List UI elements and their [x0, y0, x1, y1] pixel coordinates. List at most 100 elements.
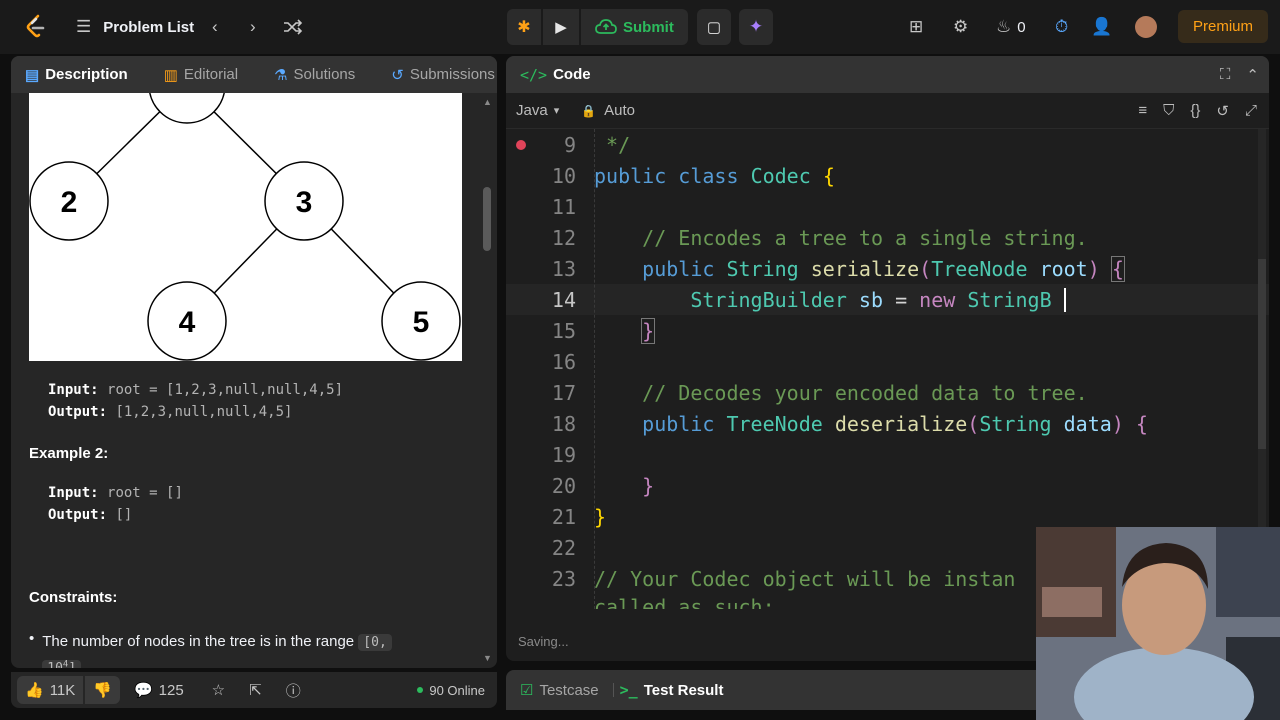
add-friend-button[interactable]: 👤 [1091, 0, 1112, 54]
description-footer: 👍 11K 👎 💬 125 ☆ ⇱ ⓘ 90 Online [11, 672, 497, 708]
constraints-title: Constraints: [29, 589, 118, 606]
gear-icon: ⚙ [953, 17, 969, 36]
code-line: 20 } [506, 470, 1269, 501]
run-button[interactable]: ▶ [543, 9, 579, 45]
streak-counter[interactable]: ♨ 0 [996, 0, 1026, 54]
code-icon: </> [520, 65, 548, 84]
example2-title: Example 2: [29, 445, 109, 462]
line-number: 17 [551, 380, 576, 405]
divider [612, 683, 614, 697]
line-number: 16 [551, 349, 576, 374]
dislike-button[interactable]: 👎 [85, 676, 120, 704]
description-scrollbar[interactable]: ▲ ▼ [483, 97, 493, 667]
maximize-icon[interactable]: ⛶ [1220, 66, 1231, 83]
language-select[interactable]: Java ▾ [516, 102, 559, 119]
comment-count: 125 [158, 681, 184, 699]
note-icon: ▢ [706, 19, 722, 36]
code-text: public class Codec { [594, 163, 835, 188]
webcam-image [1036, 527, 1280, 720]
share-button[interactable]: ⇱ [249, 681, 262, 699]
save-status: Saving... [518, 634, 569, 649]
like-count: 11K [49, 681, 76, 699]
tree-node-root [149, 93, 225, 124]
scroll-down-arrow[interactable]: ▼ [483, 653, 492, 663]
tab-test-result-label: Test Result [643, 681, 724, 699]
tree-svg: 2 3 4 5 [29, 93, 461, 361]
help-button[interactable]: ⓘ [286, 680, 301, 701]
premium-button[interactable]: Premium [1178, 10, 1268, 43]
code-text: // Your Codec object will be instan [594, 566, 1016, 591]
tab-solutions[interactable]: ⚗ Solutions [274, 66, 355, 84]
question-icon: ⓘ [285, 682, 301, 700]
bullet-dot: • [29, 630, 35, 647]
submit-button[interactable]: Submit [581, 9, 688, 45]
avatar[interactable] [1135, 16, 1157, 38]
code-line: 10 public class Codec { [506, 160, 1269, 191]
user-plus-icon: 👤 [1091, 17, 1113, 36]
code-toolbar: Java ▾ 🔒 Auto ≡ ⛉ {} ↺ ⤢ [506, 93, 1269, 129]
language-label: Java [516, 102, 548, 119]
prev-problem-button[interactable]: ‹ [212, 0, 218, 54]
notes-button[interactable]: ▢ [697, 9, 731, 45]
scroll-up-arrow[interactable]: ▲ [483, 97, 492, 107]
chevron-left-icon: ‹ [212, 17, 218, 36]
line-number: 14 [551, 287, 576, 312]
timer-button[interactable]: ⏱ [1055, 0, 1068, 54]
scroll-thumb[interactable] [483, 187, 491, 251]
chevron-down-icon: ▾ [553, 105, 560, 117]
next-problem-button[interactable]: › [250, 0, 256, 54]
indent-guide [594, 129, 595, 609]
line-number: 10 [551, 163, 576, 188]
line-number: 18 [551, 411, 576, 436]
line-number: 13 [551, 256, 576, 281]
example1-input: Input: root = [1,2,3,null,null,4,5] [48, 382, 343, 398]
online-status: 90 Online [417, 683, 485, 698]
favorite-button[interactable]: ☆ [212, 681, 225, 699]
problem-list-label: Problem List [103, 18, 195, 36]
layout-button[interactable]: ⊞ [909, 0, 923, 54]
chevron-right-icon: › [250, 17, 256, 36]
play-icon: ▶ [555, 19, 567, 36]
code-text: */ [594, 132, 631, 157]
cloud-upload-icon [595, 19, 617, 34]
leetcode-logo[interactable] [24, 14, 48, 40]
layout-icon: ⊞ [909, 17, 924, 36]
tab-description[interactable]: ▤ Description [25, 66, 128, 84]
braces-icon[interactable]: {} [1190, 102, 1200, 120]
ai-button[interactable]: ✦ [739, 9, 773, 45]
constraint-end: . [81, 659, 86, 668]
input-label: Input: [48, 485, 99, 501]
star-icon: ☆ [211, 682, 226, 699]
output-value: [] [115, 507, 133, 523]
settings-button[interactable]: ⚙ [953, 0, 968, 54]
debug-button[interactable]: ✱ [507, 9, 541, 45]
comment-icon: 💬 [133, 682, 153, 699]
output-label: Output: [48, 404, 108, 420]
tree-diagram: 2 3 4 5 [29, 93, 462, 361]
stopwatch-icon: ⏱ [1055, 17, 1069, 36]
bookmark-icon[interactable]: ⛉ [1163, 102, 1174, 120]
tree-node-label: 5 [413, 306, 430, 339]
auto-mode[interactable]: 🔒 Auto [581, 102, 635, 119]
fullscreen-icon[interactable]: ⤢ [1245, 102, 1257, 120]
editor-scroll-thumb[interactable] [1258, 259, 1266, 449]
tab-editorial[interactable]: ▥ Editorial [164, 66, 238, 84]
output-value: [1,2,3,null,null,4,5] [115, 404, 293, 420]
like-button[interactable]: 👍 11K [17, 676, 84, 704]
tree-node-label: 3 [296, 186, 313, 219]
random-problem-button[interactable] [283, 0, 303, 54]
line-number: 11 [551, 194, 576, 219]
code-panel-header: </> Code ⛶ ⌃ [506, 56, 1269, 93]
tab-testcase[interactable]: ☑ Testcase [520, 681, 599, 700]
tab-submissions[interactable]: ↺ Submissions [391, 66, 495, 84]
description-panel: ▤ Description ▥ Editorial ⚗ Solutions ↺ … [11, 56, 497, 668]
format-icon[interactable]: ≡ [1138, 102, 1147, 120]
shuffle-icon [284, 19, 303, 35]
problem-list-button[interactable]: ☰ Problem List [76, 0, 194, 54]
tab-test-result[interactable]: >_ Test Result [620, 681, 724, 699]
collapse-icon[interactable]: ⌃ [1246, 66, 1259, 84]
reset-icon[interactable]: ↺ [1216, 102, 1229, 120]
constraint-range-start: [0, [358, 634, 392, 651]
comments-button[interactable]: 💬 125 [133, 681, 184, 700]
example2-output: Output: [] [48, 507, 132, 523]
